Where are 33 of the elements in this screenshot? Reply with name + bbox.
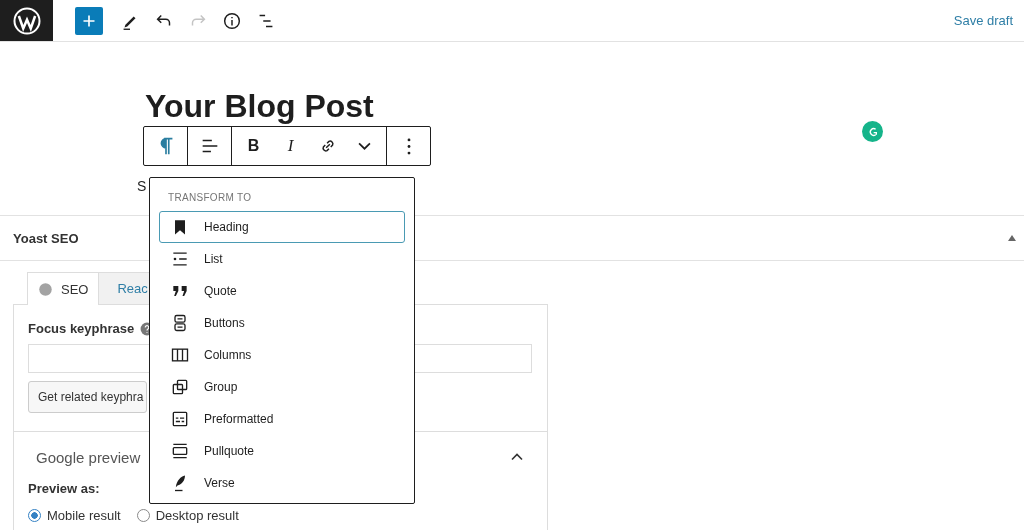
logo-tile[interactable]: [0, 0, 53, 41]
group-icon: [170, 377, 190, 397]
radio-label: Mobile result: [47, 508, 121, 523]
save-draft-button[interactable]: Save draft: [953, 9, 1013, 32]
tab[interactable]: SEO: [27, 272, 100, 305]
paragraph-text[interactable]: S: [137, 178, 147, 194]
menu-heading: TRANSFORM TO: [167, 192, 253, 203]
toolbar-button[interactable]: I: [272, 127, 309, 165]
toolbar-button[interactable]: B: [235, 127, 272, 165]
menu-item[interactable]: Pullquote: [159, 435, 405, 467]
section-title: Google preview: [36, 448, 141, 466]
menu-item[interactable]: Quote: [159, 275, 405, 307]
pullquote-icon: [170, 441, 190, 461]
post-title[interactable]: Your Blog Post: [145, 90, 374, 122]
score-dot-icon: [38, 281, 53, 297]
logo-icon: [11, 5, 42, 36]
grammarly-badge[interactable]: [862, 121, 883, 142]
field-label: Focus keyphrase: [28, 321, 135, 336]
chevron-down-icon: [358, 142, 371, 150]
radio-label: Desktop result: [155, 508, 239, 523]
panel-title: Yoast SEO: [13, 230, 79, 246]
field-label: Preview as:: [28, 481, 100, 496]
radio-button[interactable]: [28, 509, 41, 522]
related-keyphrase-button[interactable]: Get related keyphra: [28, 381, 147, 413]
menu-item[interactable]: Group: [159, 371, 405, 403]
preformatted-icon: [170, 409, 190, 429]
menu-item[interactable]: Columns: [159, 339, 405, 371]
more-vertical-icon: [406, 137, 411, 155]
menu-item[interactable]: Buttons: [159, 307, 405, 339]
menu-item[interactable]: Preformatted: [159, 403, 405, 435]
collapse-triangle-icon[interactable]: [1008, 235, 1016, 241]
menu-item[interactable]: Heading: [159, 211, 405, 243]
menu-item[interactable]: Verse: [159, 467, 405, 499]
